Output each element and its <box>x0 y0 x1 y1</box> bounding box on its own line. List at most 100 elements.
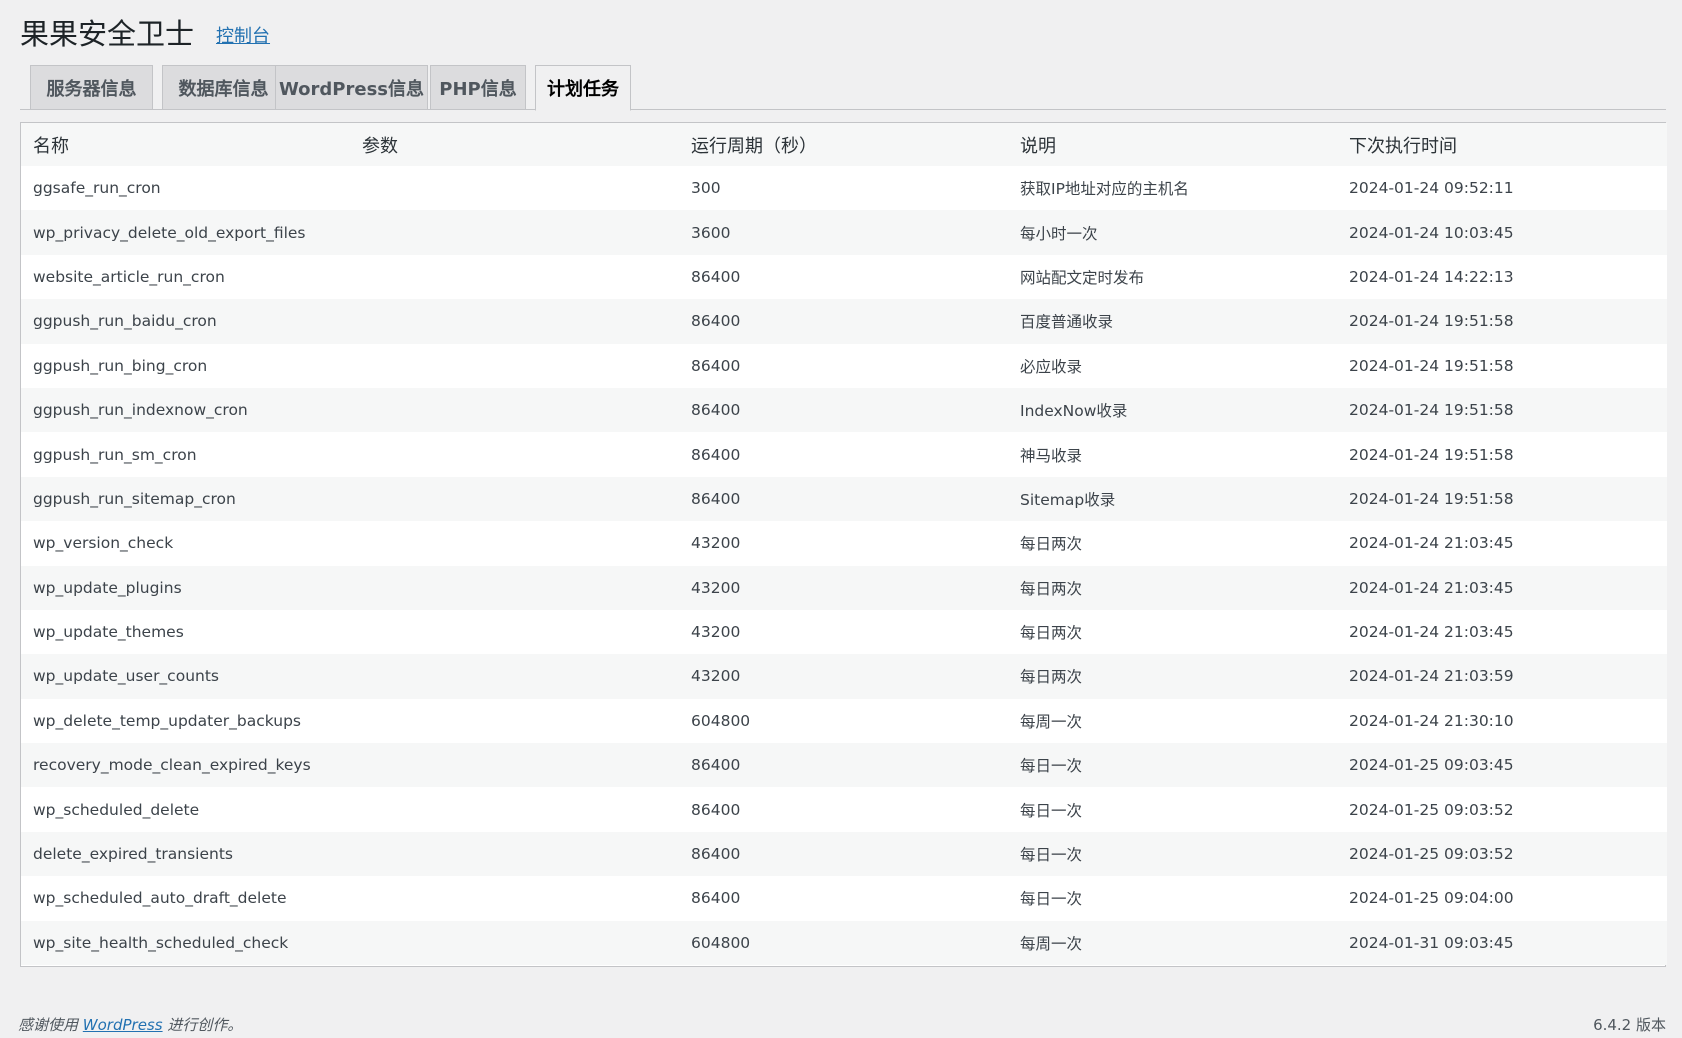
cell-name: wp_update_plugins <box>21 565 350 610</box>
cell-next-run: 2024-01-24 10:03:45 <box>1337 210 1667 255</box>
cell-description: 每日一次 <box>1008 787 1337 832</box>
table-row: delete_expired_transients 86400 每日一次 2024-0… <box>21 831 1667 877</box>
table-row: wp_update_themes 43200 每日两次 2024-01-24 21:0… <box>21 609 1667 655</box>
cell-args <box>350 299 679 344</box>
cell-next-run: 2024-01-24 21:03:45 <box>1337 565 1667 610</box>
cell-args <box>350 920 679 966</box>
cell-args <box>350 210 679 255</box>
column-header-description: 说明 <box>1008 123 1337 166</box>
table-body: ggsafe_run_cron 300 获取IP地址对应的主机名 2024-01-24… <box>21 166 1667 966</box>
cell-name: ggpush_run_bing_cron <box>21 343 350 388</box>
cell-args <box>350 254 679 300</box>
cell-args <box>350 343 679 388</box>
cell-args <box>350 387 679 433</box>
column-header-args: 参数 <box>350 123 679 166</box>
column-header-next-run: 下次执行时间 <box>1337 123 1667 166</box>
table-row: recovery_mode_clean_expired_keys 86400 每日一… <box>21 743 1667 788</box>
table-row: wp_update_plugins 43200 每日两次 2024-01-24 21:… <box>21 565 1667 610</box>
cell-next-run: 2024-01-24 21:03:45 <box>1337 521 1667 566</box>
cell-period: 86400 <box>679 476 1008 522</box>
cell-description: IndexNow收录 <box>1008 387 1337 433</box>
cell-period: 3600 <box>679 210 1008 255</box>
table-row: wp_version_check 43200 每日两次 2024-01-24 21:0… <box>21 521 1667 566</box>
cell-args <box>350 166 679 211</box>
tab-database-info[interactable]: 数据库信息 <box>162 65 285 110</box>
cell-next-run: 2024-01-24 19:51:58 <box>1337 299 1667 344</box>
cell-name: website_article_run_cron <box>21 254 350 300</box>
cell-period: 86400 <box>679 432 1008 477</box>
table-row: wp_update_user_counts 43200 每日两次 2024-01-24… <box>21 654 1667 699</box>
table-row: ggpush_run_sitemap_cron 86400 Sitemap收录 202… <box>21 476 1667 522</box>
cell-args <box>350 476 679 522</box>
column-header-name: 名称 <box>21 123 350 166</box>
cell-args <box>350 743 679 788</box>
table-row: wp_privacy_delete_old_export_files 3600 每小… <box>21 210 1667 255</box>
cell-args <box>350 831 679 877</box>
tab-wordpress-info[interactable]: WordPress信息 <box>275 65 428 110</box>
cell-name: wp_version_check <box>21 521 350 566</box>
cell-description: 每日一次 <box>1008 831 1337 877</box>
nav-tabs: 服务器信息 数据库信息 WordPress信息 PHP信息 计划任务 <box>20 65 1666 111</box>
cell-next-run: 2024-01-24 21:03:59 <box>1337 654 1667 699</box>
cron-table-container: 名称 参数 运行周期（秒） 说明 下次执行时间 ggsafe_run_cron 3… <box>20 122 1667 967</box>
tab-scheduled-tasks[interactable]: 计划任务 <box>535 65 631 111</box>
cell-description: 每日两次 <box>1008 565 1337 610</box>
cell-next-run: 2024-01-24 14:22:13 <box>1337 254 1667 300</box>
cell-args <box>350 521 679 566</box>
cell-period: 43200 <box>679 654 1008 699</box>
footer: 感谢使用 WordPress 进行创作。 6.4.2 版本 <box>18 1014 1666 1035</box>
cell-period: 86400 <box>679 831 1008 877</box>
cell-name: ggpush_run_sitemap_cron <box>21 476 350 522</box>
cell-description: 网站配文定时发布 <box>1008 254 1337 300</box>
cell-period: 86400 <box>679 787 1008 832</box>
table-row: website_article_run_cron 86400 网站配文定时发布 202… <box>21 254 1667 300</box>
table-row: ggpush_run_sm_cron 86400 神马收录 2024-01-24 19… <box>21 432 1667 477</box>
tab-server-info[interactable]: 服务器信息 <box>30 65 153 110</box>
console-link[interactable]: 控制台 <box>216 28 270 46</box>
cell-description: 每日两次 <box>1008 654 1337 699</box>
table-row: ggsafe_run_cron 300 获取IP地址对应的主机名 2024-01-24… <box>21 166 1667 211</box>
cell-description: 每周一次 <box>1008 698 1337 744</box>
cell-name: recovery_mode_clean_expired_keys <box>21 743 350 788</box>
cell-args <box>350 876 679 921</box>
cell-next-run: 2024-01-25 09:04:00 <box>1337 876 1667 921</box>
cell-next-run: 2024-01-24 21:03:45 <box>1337 609 1667 655</box>
cell-description: 获取IP地址对应的主机名 <box>1008 166 1337 211</box>
footer-wordpress-link[interactable]: WordPress <box>83 1016 163 1034</box>
cell-description: 每日一次 <box>1008 876 1337 921</box>
table-row: wp_scheduled_auto_draft_delete 86400 每日一次 2… <box>21 876 1667 921</box>
cell-name: delete_expired_transients <box>21 831 350 877</box>
page-title: 果果安全卫士 <box>20 16 195 51</box>
table-header-row: 名称 参数 运行周期（秒） 说明 下次执行时间 <box>21 123 1667 166</box>
cell-args <box>350 654 679 699</box>
cell-description: Sitemap收录 <box>1008 476 1337 522</box>
cell-description: 神马收录 <box>1008 432 1337 477</box>
table-row: wp_delete_temp_updater_backups 604800 每周一次… <box>21 698 1667 744</box>
cell-name: wp_site_health_scheduled_check <box>21 920 350 966</box>
cell-description: 百度普通收录 <box>1008 299 1337 344</box>
cell-next-run: 2024-01-24 19:51:58 <box>1337 432 1667 477</box>
cell-description: 每日两次 <box>1008 609 1337 655</box>
table-row: wp_site_health_scheduled_check 604800 每周一次… <box>21 920 1667 966</box>
table-row: ggpush_run_indexnow_cron 86400 IndexNow收录 2… <box>21 387 1667 433</box>
cell-args <box>350 787 679 832</box>
cell-period: 43200 <box>679 609 1008 655</box>
cell-next-run: 2024-01-25 09:03:45 <box>1337 743 1667 788</box>
cell-description: 每周一次 <box>1008 920 1337 966</box>
cell-next-run: 2024-01-24 19:51:58 <box>1337 476 1667 522</box>
cell-next-run: 2024-01-24 19:51:58 <box>1337 387 1667 433</box>
table-row: wp_scheduled_delete 86400 每日一次 2024-01-25 0… <box>21 787 1667 832</box>
column-header-period: 运行周期（秒） <box>679 123 1008 166</box>
cell-args <box>350 432 679 477</box>
cell-description: 每日两次 <box>1008 521 1337 566</box>
cell-args <box>350 609 679 655</box>
tab-php-info[interactable]: PHP信息 <box>430 65 526 110</box>
table-row: ggpush_run_bing_cron 86400 必应收录 2024-01-24 … <box>21 343 1667 388</box>
cell-next-run: 2024-01-31 09:03:45 <box>1337 920 1667 966</box>
cell-period: 86400 <box>679 299 1008 344</box>
cell-period: 86400 <box>679 343 1008 388</box>
cell-name: wp_scheduled_auto_draft_delete <box>21 876 350 921</box>
title-row: 果果安全卫士 控制台 <box>20 14 270 54</box>
cron-table: 名称 参数 运行周期（秒） 说明 下次执行时间 ggsafe_run_cron 3… <box>21 123 1667 966</box>
cell-period: 604800 <box>679 698 1008 744</box>
